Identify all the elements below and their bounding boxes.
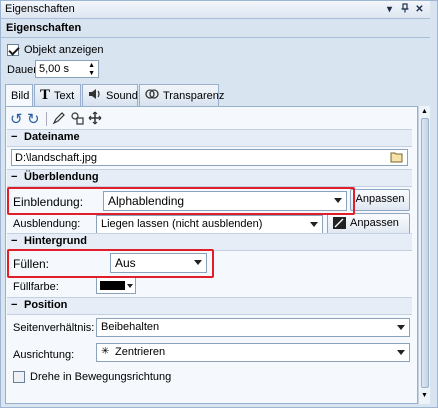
filename-value: D:\landschaft.jpg [15,152,97,164]
checkbox-icon[interactable] [7,44,19,56]
fill-color-picker[interactable] [96,277,136,294]
tab-sound-label: Sound [106,89,138,102]
scroll-down-icon[interactable]: ▼ [421,392,428,399]
dropdown-arrow-icon[interactable]: ▾ [383,3,396,16]
group-background-label: Hintergrund [24,235,87,247]
scroll-up-icon[interactable]: ▲ [421,108,428,115]
tab-sound[interactable]: Sound [82,84,138,106]
tab-transparency-label: Transparenz [163,89,225,102]
rotate-direction-label: Drehe in Bewegungsrichtung [30,371,172,383]
group-blend[interactable]: − Überblendung [7,169,412,187]
group-position[interactable]: − Position [7,297,412,315]
alignment-label: Ausrichtung: [13,349,75,361]
aspect-ratio-value: Beibehalten [101,321,160,333]
close-icon[interactable]: ✕ [413,3,426,16]
section-header: Eigenschaften [1,20,430,37]
fade-in-adjust-button[interactable]: Anpassen [350,189,410,211]
tab-content: ↺ ↻ − Dateiname D:\landschaft.jpg − Über… [5,106,418,404]
center-align-icon: ✳ [101,346,110,357]
aspect-ratio-select[interactable]: Beibehalten [96,318,410,337]
transform-icon[interactable] [70,111,84,128]
show-object-label: Objekt anzeigen [24,44,104,56]
chevron-down-icon[interactable] [310,222,318,227]
filename-field[interactable]: D:\landschaft.jpg [11,149,408,166]
chevron-down-icon[interactable] [397,325,405,330]
title-bar: Eigenschaften ▾ ✕ [1,1,430,19]
tab-bild-label: Bild [11,90,30,102]
tab-transparency[interactable]: Transparenz [139,84,224,106]
group-filename[interactable]: − Dateiname [7,129,412,147]
transparency-icon [145,88,159,103]
toolbar-separator [46,112,47,126]
chevron-down-icon[interactable] [127,284,133,288]
fade-out-adjust-button[interactable]: Anpassen [327,213,410,235]
text-icon: T [40,87,51,103]
tab-text[interactable]: T Text [34,84,81,106]
tab-bild[interactable]: Bild [5,84,33,107]
pin-icon[interactable] [398,3,411,16]
fill-color-label: Füllfarbe: [13,281,59,293]
tab-text-label: Text [54,89,75,102]
rotate-left-icon[interactable]: ↺ [10,110,23,128]
highlight-fill [7,249,214,278]
speaker-icon [88,88,102,103]
aspect-ratio-label: Seitenverhältnis: [13,322,95,334]
collapse-icon[interactable]: − [11,235,17,247]
image-toolbar: ↺ ↻ [8,110,118,128]
stepper-down-icon[interactable]: ▼ [88,70,95,77]
window-title: Eigenschaften [5,3,75,15]
show-object-checkbox[interactable]: Objekt anzeigen [7,43,137,57]
checkbox-icon[interactable] [13,371,25,383]
alignment-select[interactable]: ✳ Zentrieren [96,343,410,362]
group-blend-label: Überblendung [24,171,99,183]
section-title: Eigenschaften [6,22,82,34]
fade-out-label: Ausblendung: [13,218,81,230]
rotate-right-icon[interactable]: ↻ [27,110,40,128]
edit-icon[interactable] [52,111,66,128]
chevron-down-icon[interactable] [397,350,405,355]
fade-out-select[interactable]: Liegen lassen (nicht ausblenden) [96,215,323,234]
collapse-icon[interactable]: − [11,131,17,143]
fade-in-adjust-label: Anpassen [355,193,405,205]
duration-value: 5,00 s [39,63,69,75]
adjust-icon [333,217,346,229]
scroll-thumb[interactable] [421,118,429,388]
collapse-icon[interactable]: − [11,299,17,311]
folder-open-icon[interactable] [390,151,404,166]
color-swatch [100,281,125,290]
group-position-label: Position [24,299,68,311]
move-icon[interactable] [88,111,102,128]
fade-out-value: Liegen lassen (nicht ausblenden) [101,218,263,230]
alignment-value: Zentrieren [115,346,166,358]
group-filename-label: Dateiname [24,131,80,143]
rotate-direction-checkbox[interactable]: Drehe in Bewegungsrichtung [13,370,213,384]
collapse-icon[interactable]: − [11,171,17,183]
divider [1,37,430,38]
highlight-fade-in [7,187,355,215]
stepper-up-icon[interactable]: ▲ [88,62,95,69]
fade-out-adjust-label: Anpassen [350,217,399,229]
vertical-scrollbar[interactable]: ▲ ▼ [418,106,430,404]
duration-field[interactable]: 5,00 s ▲ ▼ [35,60,99,78]
